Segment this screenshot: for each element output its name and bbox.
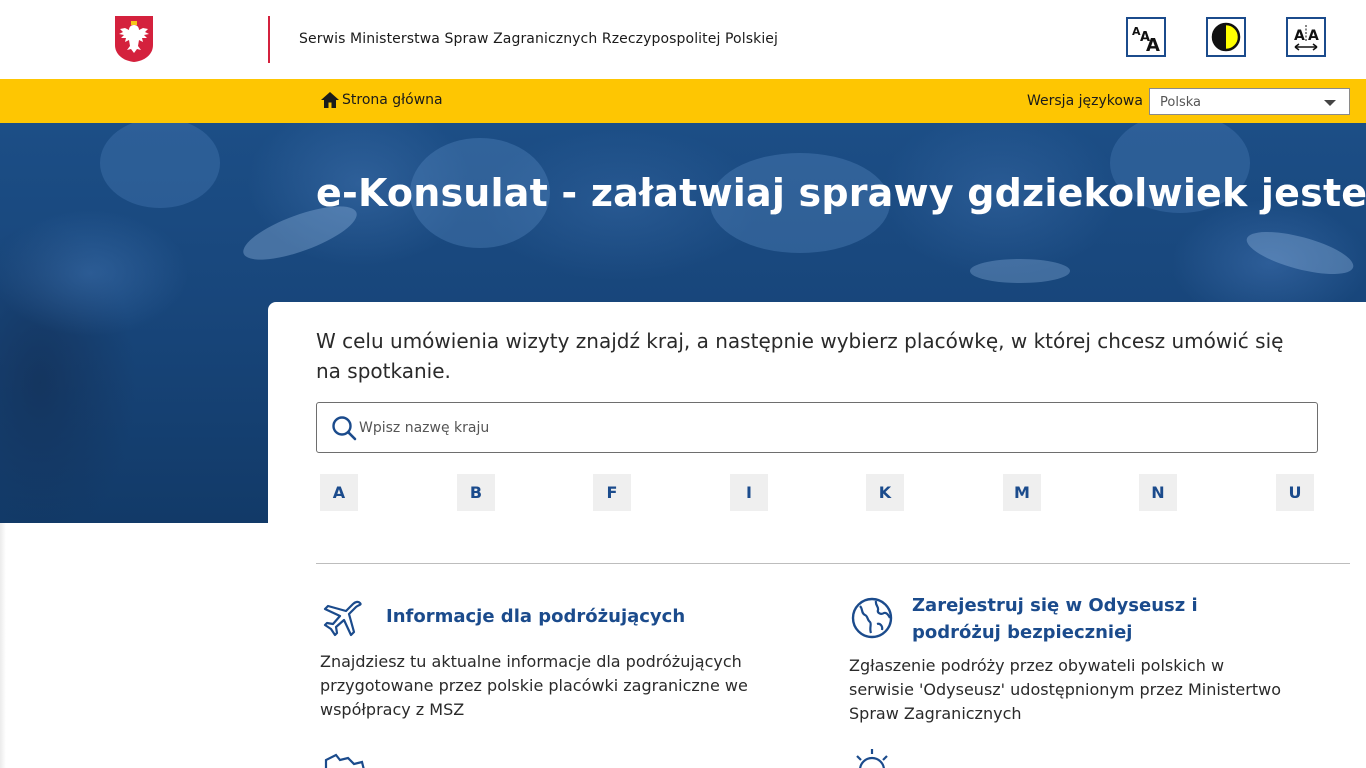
home-link-label: Strona główna: [342, 92, 443, 108]
letter-filter-m[interactable]: M: [1003, 474, 1041, 511]
odyseusz-description: Zgłaszenie podróży przez obywateli polsk…: [849, 656, 1281, 723]
home-icon: [321, 92, 339, 108]
language-select-value: Polska: [1160, 95, 1201, 110]
airplane-icon: [323, 600, 362, 637]
letter-spacing-button[interactable]: A A: [1286, 17, 1326, 57]
svg-text:A: A: [1308, 28, 1319, 44]
alphabet-filter: A B F I K M N U: [320, 474, 1314, 512]
sun-icon: [856, 749, 888, 768]
svg-text:A: A: [1146, 35, 1160, 53]
search-instructions: W celu umówienia wizyty znajdź kraj, a n…: [316, 329, 1284, 383]
chevron-down-icon: [1324, 100, 1336, 106]
section-divider: [316, 563, 1350, 564]
search-icon: [332, 416, 357, 441]
polish-emblem-logo[interactable]: [114, 15, 154, 63]
letter-filter-b[interactable]: B: [457, 474, 495, 511]
font-size-button[interactable]: A A A: [1126, 17, 1166, 57]
letter-filter-a[interactable]: A: [320, 474, 358, 511]
country-search-panel: W celu umówienia wizyty znajdź kraj, a n…: [268, 302, 1366, 768]
country-search-box[interactable]: [316, 402, 1318, 453]
letter-spacing-icon: A A: [1294, 25, 1319, 51]
contrast-button[interactable]: [1206, 17, 1246, 57]
letter-filter-n[interactable]: N: [1139, 474, 1177, 511]
home-link[interactable]: Strona główna: [320, 91, 443, 109]
site-title: Serwis Ministerstwa Spraw Zagranicznych …: [299, 31, 779, 47]
country-search-input[interactable]: [359, 403, 1299, 452]
letter-filter-i[interactable]: I: [730, 474, 768, 511]
language-select[interactable]: Polska: [1149, 88, 1350, 115]
letter-filter-k[interactable]: K: [866, 474, 904, 511]
odyseusz-register-link[interactable]: Zarejestruj się w Odyseusz i podróżuj be…: [912, 592, 1292, 646]
travel-info-link[interactable]: Informacje dla podróżujących: [386, 603, 786, 630]
map-outline-icon: [324, 753, 365, 768]
letter-filter-f[interactable]: F: [593, 474, 631, 511]
header-divider: [268, 16, 270, 63]
contrast-icon: [1211, 22, 1241, 52]
font-size-icon: A A A: [1132, 25, 1160, 53]
letter-filter-u[interactable]: U: [1276, 474, 1314, 511]
hero-title: e-Konsulat - załatwiaj sprawy gdziekolwi…: [316, 171, 1366, 215]
site-header: Serwis Ministerstwa Spraw Zagranicznych …: [0, 0, 1366, 79]
language-label: Wersja językowa: [1027, 93, 1143, 109]
svg-text:A: A: [1294, 28, 1305, 44]
page-edge-shadow: [0, 523, 6, 768]
globe-icon: [851, 597, 893, 639]
travel-info-description: Znajdziesz tu aktualne informacje dla po…: [320, 652, 748, 719]
